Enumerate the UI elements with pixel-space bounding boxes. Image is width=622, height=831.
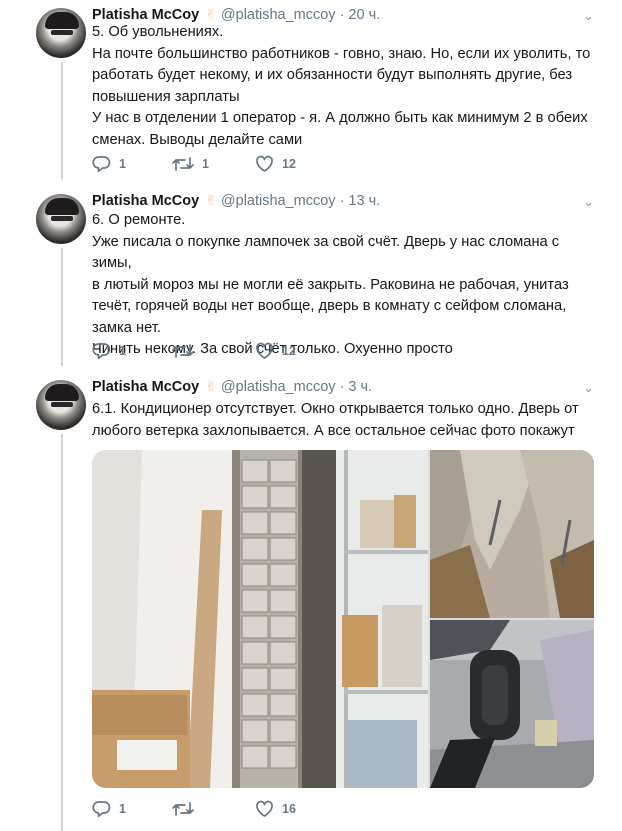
user-handle[interactable]: @platisha_mccoy [221,7,336,23]
heart-icon [256,342,273,359]
chevron-down-icon[interactable]: ⌄ [583,194,594,210]
photo-office-wall-image [92,450,428,788]
retweet-button[interactable]: 1 [172,155,255,173]
reply-icon [92,156,111,173]
tweet-line: замка нет. [92,319,161,336]
tweet-header: Platisha McCoy ✌ @platisha_mccoy · 20 ч. [92,6,380,23]
avatar[interactable] [36,8,86,58]
timestamp[interactable]: 3 ч. [348,379,372,395]
tweet-line: 5. Об увольнениях. [92,24,224,40]
reply-button[interactable]: 1 [92,155,172,173]
timestamp[interactable]: 20 ч. [348,7,380,23]
tweet-actions: 1 16 [92,799,335,819]
avatar[interactable] [36,380,86,430]
tweet-line: течёт, горячей воды нет вообще, дверь в … [92,298,567,314]
tweet-actions: 1 1 12 [92,154,335,174]
tweet-line: На почте большинство работников - говно,… [92,45,591,62]
avatar[interactable] [36,194,86,244]
heart-icon [256,800,273,817]
tweet-header: Platisha McCoy ✌ @platisha_mccoy · 3 ч. [92,378,372,395]
tweet-line: в лютый мороз мы не могли её закрыть. Ра… [92,276,569,293]
display-name[interactable]: Platisha McCoy [92,193,199,209]
tweet-text: 6. О ремонте. Уже писала о покупке лампо… [92,210,602,361]
photo-broken-wall[interactable] [430,450,594,618]
tweet-line: работать будет некому, и их обязанности … [92,67,573,83]
tweet-header: Platisha McCoy ✌ @platisha_mccoy · 13 ч. [92,192,380,209]
tweet-line: Уже писала о покупке лампочек за свой сч… [92,233,564,272]
like-count: 12 [282,344,296,358]
user-handle[interactable]: @platisha_mccoy [221,193,336,209]
photo-broken-wall-image [430,450,594,618]
tweet-line: сменах. Выводы делайте сами [92,131,303,148]
tweet-line: У нас в отделении 1 оператор - я. А долж… [92,110,588,126]
like-count: 12 [282,157,296,171]
reply-icon [92,801,111,818]
retweet-count: 1 [202,157,209,171]
tweet-line: повышения зарплаты [92,88,240,105]
retweet-button[interactable] [172,342,255,360]
retweet-icon [172,157,194,171]
tweet[interactable]: Platisha McCoy ✌ @platisha_mccoy · 20 ч. ⌄ 5… [0,0,622,186]
chevron-down-icon[interactable]: ⌄ [583,380,594,396]
photo-office-wall[interactable] [92,450,428,788]
tweet-text: 6.1. Кондиционер отсутствует. Окно откры… [92,399,602,442]
reply-count: 1 [119,802,126,816]
victory-hand-icon: ✌ [205,6,217,22]
tweet-media-grid [92,450,594,788]
display-name[interactable]: Platisha McCoy [92,379,199,395]
tweet-text: 5. Об увольнениях. На почте большинство … [92,22,602,151]
display-name[interactable]: Platisha McCoy [92,7,199,23]
tweet-line: 6.1. Кондиционер отсутствует. Окно откры… [92,401,579,417]
retweet-icon [172,802,194,816]
like-count: 16 [282,802,296,816]
tweet-line: любого ветерка захлопывается. А все оста… [92,422,575,439]
photo-office-chair[interactable] [430,620,594,788]
timestamp[interactable]: 13 ч. [348,193,380,209]
reply-count: 1 [119,157,126,171]
like-button[interactable]: 12 [255,155,335,173]
retweet-button[interactable] [172,800,255,818]
tweet-actions: 1 12 [92,341,335,361]
reply-count: 1 [119,344,126,358]
user-handle[interactable]: @platisha_mccoy [221,379,336,395]
separator-dot: · [339,379,345,395]
victory-hand-icon: ✌ [205,192,217,208]
tweet[interactable]: Platisha McCoy ✌ @platisha_mccoy · 13 ч. ⌄ 6… [0,186,622,372]
heart-icon [256,155,273,172]
like-button[interactable]: 16 [255,800,335,818]
separator-dot: · [339,193,345,209]
tweet-line: 6. О ремонте. [92,212,186,228]
reply-button[interactable]: 1 [92,800,172,818]
victory-hand-icon: ✌ [205,378,217,394]
like-button[interactable]: 12 [255,342,335,360]
reply-button[interactable]: 1 [92,342,172,360]
retweet-icon [172,344,194,358]
separator-dot: · [339,7,345,23]
reply-icon [92,343,111,360]
photo-office-chair-image [430,620,594,788]
